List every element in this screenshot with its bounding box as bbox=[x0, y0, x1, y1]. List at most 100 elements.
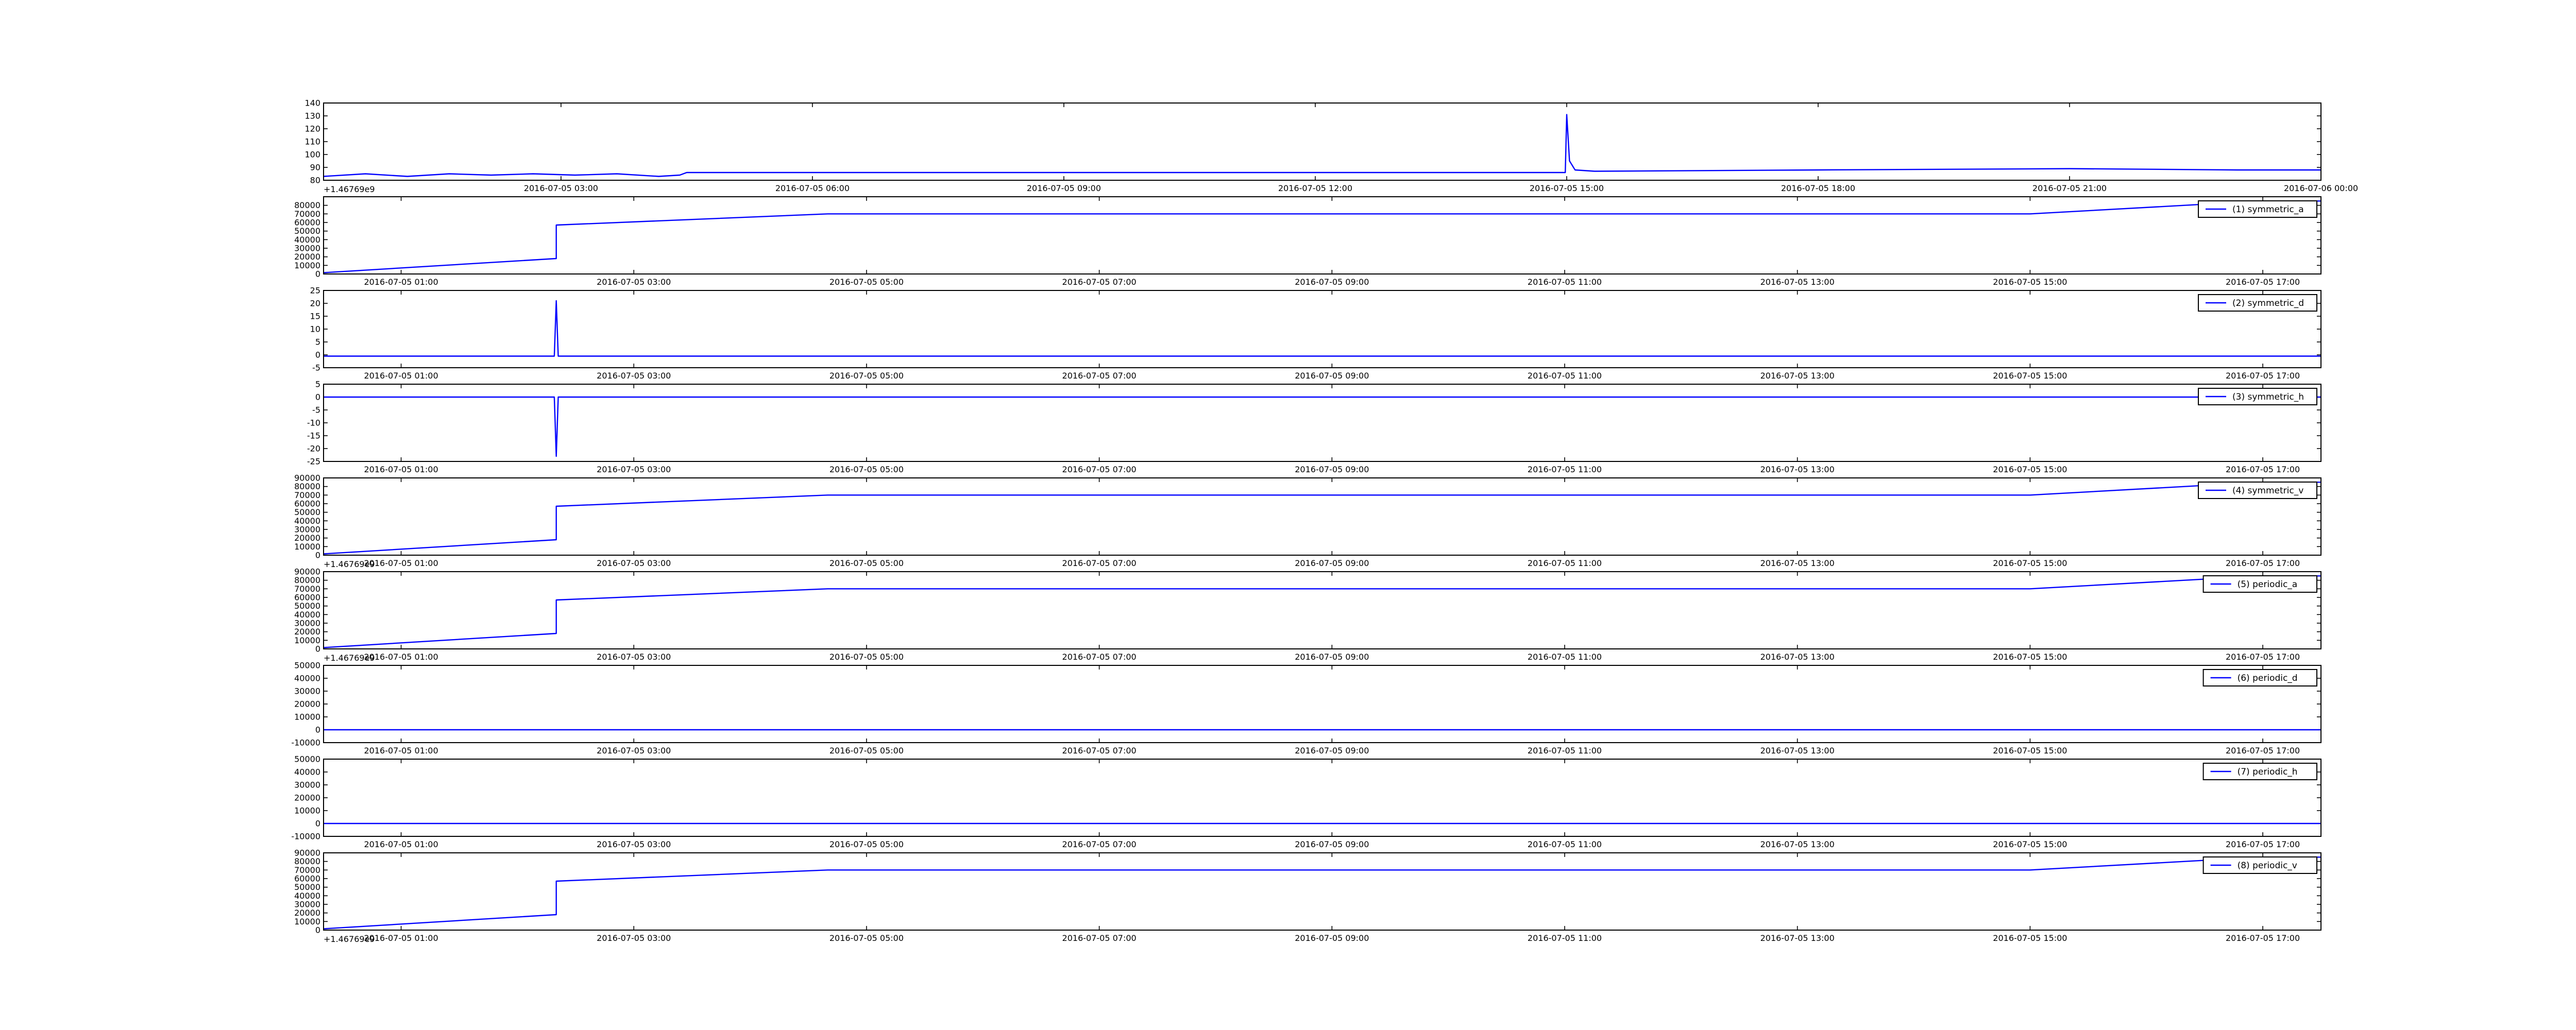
x-tick-label: 2016-07-05 03:00 bbox=[597, 371, 671, 381]
x-tick-label: 2016-07-05 13:00 bbox=[1760, 277, 1835, 287]
x-tick-label: 2016-07-05 09:00 bbox=[1295, 839, 1369, 849]
y-tick-label: 50000 bbox=[294, 882, 320, 892]
y-tick-label: -10 bbox=[307, 418, 320, 428]
legend-label: (2) symmetric_d bbox=[2232, 298, 2304, 308]
x-tick-label: 2016-07-05 05:00 bbox=[829, 839, 904, 849]
x-tick-label: 2016-07-05 05:00 bbox=[829, 277, 904, 287]
y-tick-label: 70000 bbox=[294, 209, 320, 219]
x-tick-label: 2016-07-05 17:00 bbox=[2226, 558, 2300, 568]
y-tick-label: 80000 bbox=[294, 200, 320, 210]
x-tick-label: 2016-07-05 21:00 bbox=[2032, 183, 2107, 193]
x-tick-label: 2016-07-05 01:00 bbox=[364, 558, 438, 568]
x-tick-label: 2016-07-05 01:00 bbox=[364, 277, 438, 287]
y-tick-label: 10000 bbox=[294, 712, 320, 722]
panel-8: -10000 0 10000 20000 30000 40000 50000 2016-07-… bbox=[291, 754, 2321, 849]
y-tick-label: 140 bbox=[304, 98, 320, 108]
x-tick-label: 2016-07-05 01:00 bbox=[364, 371, 438, 381]
y-tick-label: 25 bbox=[310, 286, 320, 296]
x-tick-label: 2016-07-05 01:00 bbox=[364, 465, 438, 474]
y-tick-label: 10000 bbox=[294, 261, 320, 270]
x-tick-label: 2016-07-05 09:00 bbox=[1027, 183, 1101, 193]
y-tick-label: 70000 bbox=[294, 865, 320, 875]
y-tick-label: 10000 bbox=[294, 806, 320, 816]
x-tick-label: 2016-07-05 17:00 bbox=[2226, 839, 2300, 849]
y-tick-label: -25 bbox=[307, 457, 320, 467]
x-tick-label: 2016-07-05 09:00 bbox=[1295, 746, 1369, 756]
y-tick-label: -5 bbox=[312, 405, 320, 415]
y-tick-label: 20000 bbox=[294, 908, 320, 918]
x-tick-label: 2016-07-05 09:00 bbox=[1295, 558, 1369, 568]
axes-frame bbox=[323, 665, 2321, 743]
y-tick-label: 10000 bbox=[294, 636, 320, 645]
panel-3: -5 0 5 10 15 20 25 2016-07-05 01:00 2016-07-05 0… bbox=[310, 286, 2321, 381]
y-tick-label: 0 bbox=[315, 644, 320, 654]
x-tick-label: 2016-07-05 01:00 bbox=[364, 839, 438, 849]
y-tick-label: 0 bbox=[315, 551, 320, 560]
y-tick-label: 20000 bbox=[294, 252, 320, 262]
y-tick-label: 90000 bbox=[294, 473, 320, 483]
y-tick-label: 80000 bbox=[294, 856, 320, 866]
x-tick-label: 2016-07-05 15:00 bbox=[1993, 933, 2067, 943]
panel-7: -10000 0 10000 20000 30000 40000 50000 2016-07-… bbox=[291, 661, 2321, 756]
y-tick-label: 90000 bbox=[294, 848, 320, 858]
y-tick-label: 20000 bbox=[294, 627, 320, 637]
x-tick-label: 2016-07-05 09:00 bbox=[1295, 465, 1369, 474]
panel-4: -25 -20 -15 -10 -5 0 5 2016-07-05 01:00 2016-07-… bbox=[307, 380, 2321, 474]
y-tick-label: -10000 bbox=[291, 738, 320, 748]
x-tick-label: 2016-07-05 03:00 bbox=[597, 839, 671, 849]
axes-frame bbox=[323, 852, 2321, 931]
y-tick-label: 60000 bbox=[294, 593, 320, 603]
x-tick-label: 2016-07-05 15:00 bbox=[1993, 558, 2067, 568]
x-tick-label: 2016-07-05 11:00 bbox=[1528, 746, 1602, 756]
y-tick-label: 90000 bbox=[294, 567, 320, 577]
y-tick-label: 50000 bbox=[294, 226, 320, 236]
y-tick-label: 110 bbox=[304, 137, 320, 147]
y-tick-label: 0 bbox=[315, 725, 320, 735]
y-tick-label: 120 bbox=[304, 124, 320, 134]
y-tick-label: 40000 bbox=[294, 516, 320, 526]
x-tick-label: 2016-07-05 01:00 bbox=[364, 746, 438, 756]
x-tick-label: 2016-07-05 09:00 bbox=[1295, 933, 1369, 943]
y-tick-label: 40000 bbox=[294, 767, 320, 777]
y-tick-label: 50000 bbox=[294, 601, 320, 611]
panel-6: 0100002000030000400005000060000700008000… bbox=[294, 567, 2321, 663]
x-tick-label: 2016-07-05 13:00 bbox=[1760, 746, 1835, 756]
series-line bbox=[323, 114, 2321, 177]
x-tick-label: 2016-07-05 03:00 bbox=[597, 746, 671, 756]
y-tick-label: 10 bbox=[310, 324, 320, 334]
legend-label: (8) periodic_v bbox=[2238, 861, 2297, 871]
x-tick-label: 2016-07-05 12:00 bbox=[1278, 183, 1352, 193]
y-tick-label: 60000 bbox=[294, 499, 320, 509]
x-tick-label: 2016-07-05 07:00 bbox=[1062, 652, 1137, 662]
x-tick-label: 2016-07-05 15:00 bbox=[1993, 277, 2067, 287]
figure: 80901001101201301402016-07-05 03:00 2016-… bbox=[291, 98, 2358, 945]
x-tick-label: 2016-07-05 13:00 bbox=[1760, 839, 1835, 849]
y-tick-label: 40000 bbox=[294, 610, 320, 620]
x-tick-label: 2016-07-05 11:00 bbox=[1528, 652, 1602, 662]
x-tick-label: 2016-07-05 13:00 bbox=[1760, 558, 1835, 568]
x-offset-text: +1.46769e9 bbox=[324, 184, 375, 194]
x-tick-label: 2016-07-05 03:00 bbox=[597, 933, 671, 943]
x-tick-label: 2016-07-05 05:00 bbox=[829, 558, 904, 568]
x-tick-label: 2016-07-05 18:00 bbox=[1781, 183, 1855, 193]
y-tick-label: 30000 bbox=[294, 244, 320, 253]
y-tick-label: -20 bbox=[307, 444, 320, 454]
axes-frame bbox=[323, 571, 2321, 649]
x-tick-label: 2016-07-05 09:00 bbox=[1295, 652, 1369, 662]
series-line bbox=[323, 200, 2321, 273]
x-tick-label: 2016-07-05 07:00 bbox=[1062, 465, 1137, 474]
y-tick-label: 0 bbox=[315, 925, 320, 935]
y-tick-label: 30000 bbox=[294, 525, 320, 535]
x-tick-label: 2016-07-05 03:00 bbox=[597, 465, 671, 474]
y-tick-label: 50000 bbox=[294, 507, 320, 517]
y-tick-label: 10000 bbox=[294, 542, 320, 552]
x-tick-label: 2016-07-05 11:00 bbox=[1528, 839, 1602, 849]
x-tick-label: 2016-07-05 03:00 bbox=[597, 277, 671, 287]
y-tick-label: 0 bbox=[315, 392, 320, 402]
y-tick-label: 30000 bbox=[294, 900, 320, 909]
y-tick-label: 60000 bbox=[294, 218, 320, 228]
x-tick-label: 2016-07-05 11:00 bbox=[1528, 465, 1602, 474]
x-tick-label: 2016-07-05 11:00 bbox=[1528, 933, 1602, 943]
y-tick-label: 90 bbox=[310, 163, 320, 173]
y-tick-label: 40000 bbox=[294, 674, 320, 683]
